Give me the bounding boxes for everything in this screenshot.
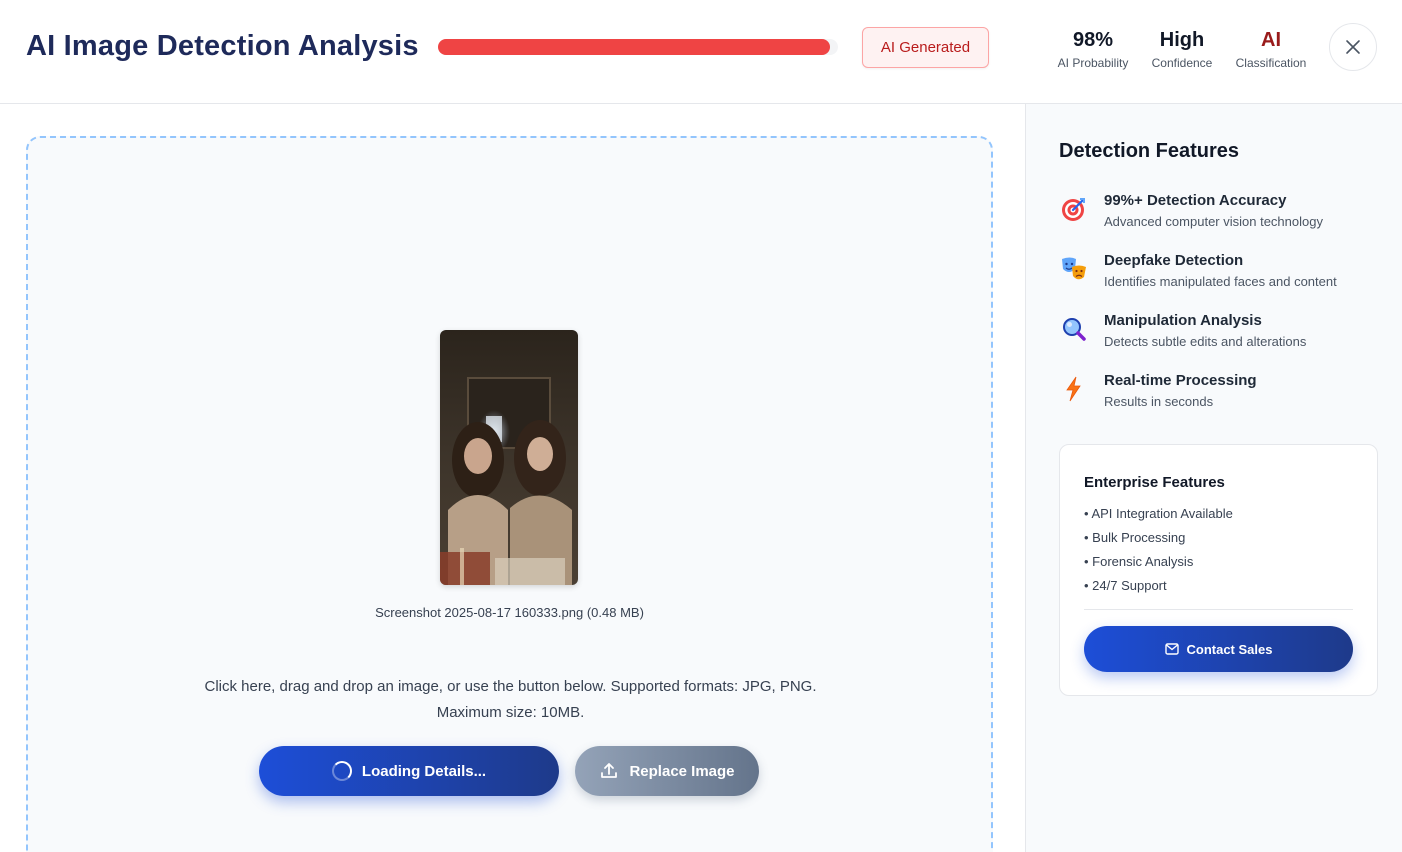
stat-label: AI Probability	[1057, 56, 1129, 70]
image-dropzone[interactable]: Screenshot 2025-08-17 160333.png (0.48 M…	[26, 136, 993, 852]
stat-value: AI	[1261, 29, 1281, 51]
feature-item: Deepfake Detection Identifies manipulate…	[1059, 252, 1389, 300]
mail-icon	[1164, 643, 1179, 655]
contact-sales-label: Contact Sales	[1186, 641, 1273, 657]
list-item: • Forensic Analysis	[1084, 554, 1194, 569]
replace-image-label: Replace Image	[629, 762, 735, 780]
feature-description: Results in seconds	[1104, 394, 1214, 409]
divider	[1084, 609, 1353, 610]
feature-item: Real-time Processing Results in seconds	[1059, 372, 1389, 420]
stat-confidence: High Confidence	[1147, 28, 1217, 70]
loading-details-button[interactable]: Loading Details...	[259, 746, 559, 796]
stat-ai-probability: 98% AI Probability	[1053, 28, 1133, 70]
enterprise-title: Enterprise Features	[1084, 474, 1225, 491]
list-item: • API Integration Available	[1084, 506, 1233, 521]
uploaded-image-preview	[440, 330, 578, 585]
feature-name: 99%+ Detection Accuracy	[1104, 192, 1287, 209]
spinner-icon	[331, 761, 352, 781]
magnifier-icon	[1059, 314, 1089, 344]
feature-description: Advanced computer vision technology	[1104, 214, 1323, 229]
feature-name: Deepfake Detection	[1104, 252, 1244, 269]
image-thumbnail	[440, 330, 578, 585]
stat-label: Classification	[1235, 56, 1307, 70]
list-item: • 24/7 Support	[1084, 578, 1167, 593]
enterprise-features-list: • API Integration Available • Bulk Proce…	[1084, 502, 1233, 598]
upload-icon	[601, 763, 618, 778]
replace-image-button[interactable]: Replace Image	[575, 746, 759, 796]
sidebar-title: Detection Features	[1059, 140, 1240, 162]
theater-masks-icon	[1059, 254, 1089, 284]
loading-details-label: Loading Details...	[361, 762, 487, 780]
detection-features-sidebar: Detection Features 99%+ Detection Accura…	[1025, 104, 1402, 852]
contact-sales-button[interactable]: Contact Sales	[1084, 626, 1353, 672]
upload-instructions: Click here, drag and drop an image, or u…	[158, 674, 863, 726]
upload-instructions-line: Maximum size: 10MB.	[436, 704, 585, 721]
stat-classification: AI Classification	[1231, 28, 1311, 70]
classification-badge: AI Generated	[862, 27, 989, 68]
ai-probability-bar	[438, 39, 838, 55]
page-title: AI Image Detection Analysis	[26, 30, 419, 62]
file-name-label: Screenshot 2025-08-17 160333.png (0.48 M…	[375, 605, 644, 620]
stat-value: 98%	[1072, 29, 1114, 51]
stat-value: High	[1159, 29, 1205, 51]
close-icon	[1346, 40, 1360, 54]
feature-item: 99%+ Detection Accuracy Advanced compute…	[1059, 192, 1389, 240]
stat-label: Confidence	[1151, 56, 1213, 70]
lightning-icon	[1059, 374, 1089, 404]
list-item: • Bulk Processing	[1084, 530, 1186, 545]
upload-instructions-line: Click here, drag and drop an image, or u…	[204, 678, 817, 695]
ai-probability-bar-fill	[438, 39, 830, 55]
header-bar: AI Image Detection Analysis AI Generated…	[0, 0, 1402, 104]
feature-name: Manipulation Analysis	[1104, 312, 1262, 329]
feature-description: Identifies manipulated faces and content	[1104, 274, 1337, 289]
close-button[interactable]	[1329, 23, 1377, 71]
feature-name: Real-time Processing	[1104, 372, 1257, 389]
feature-description: Detects subtle edits and alterations	[1104, 334, 1307, 349]
enterprise-features-card: Enterprise Features • API Integration Av…	[1059, 444, 1378, 696]
target-icon	[1059, 194, 1089, 224]
feature-item: Manipulation Analysis Detects subtle edi…	[1059, 312, 1389, 360]
